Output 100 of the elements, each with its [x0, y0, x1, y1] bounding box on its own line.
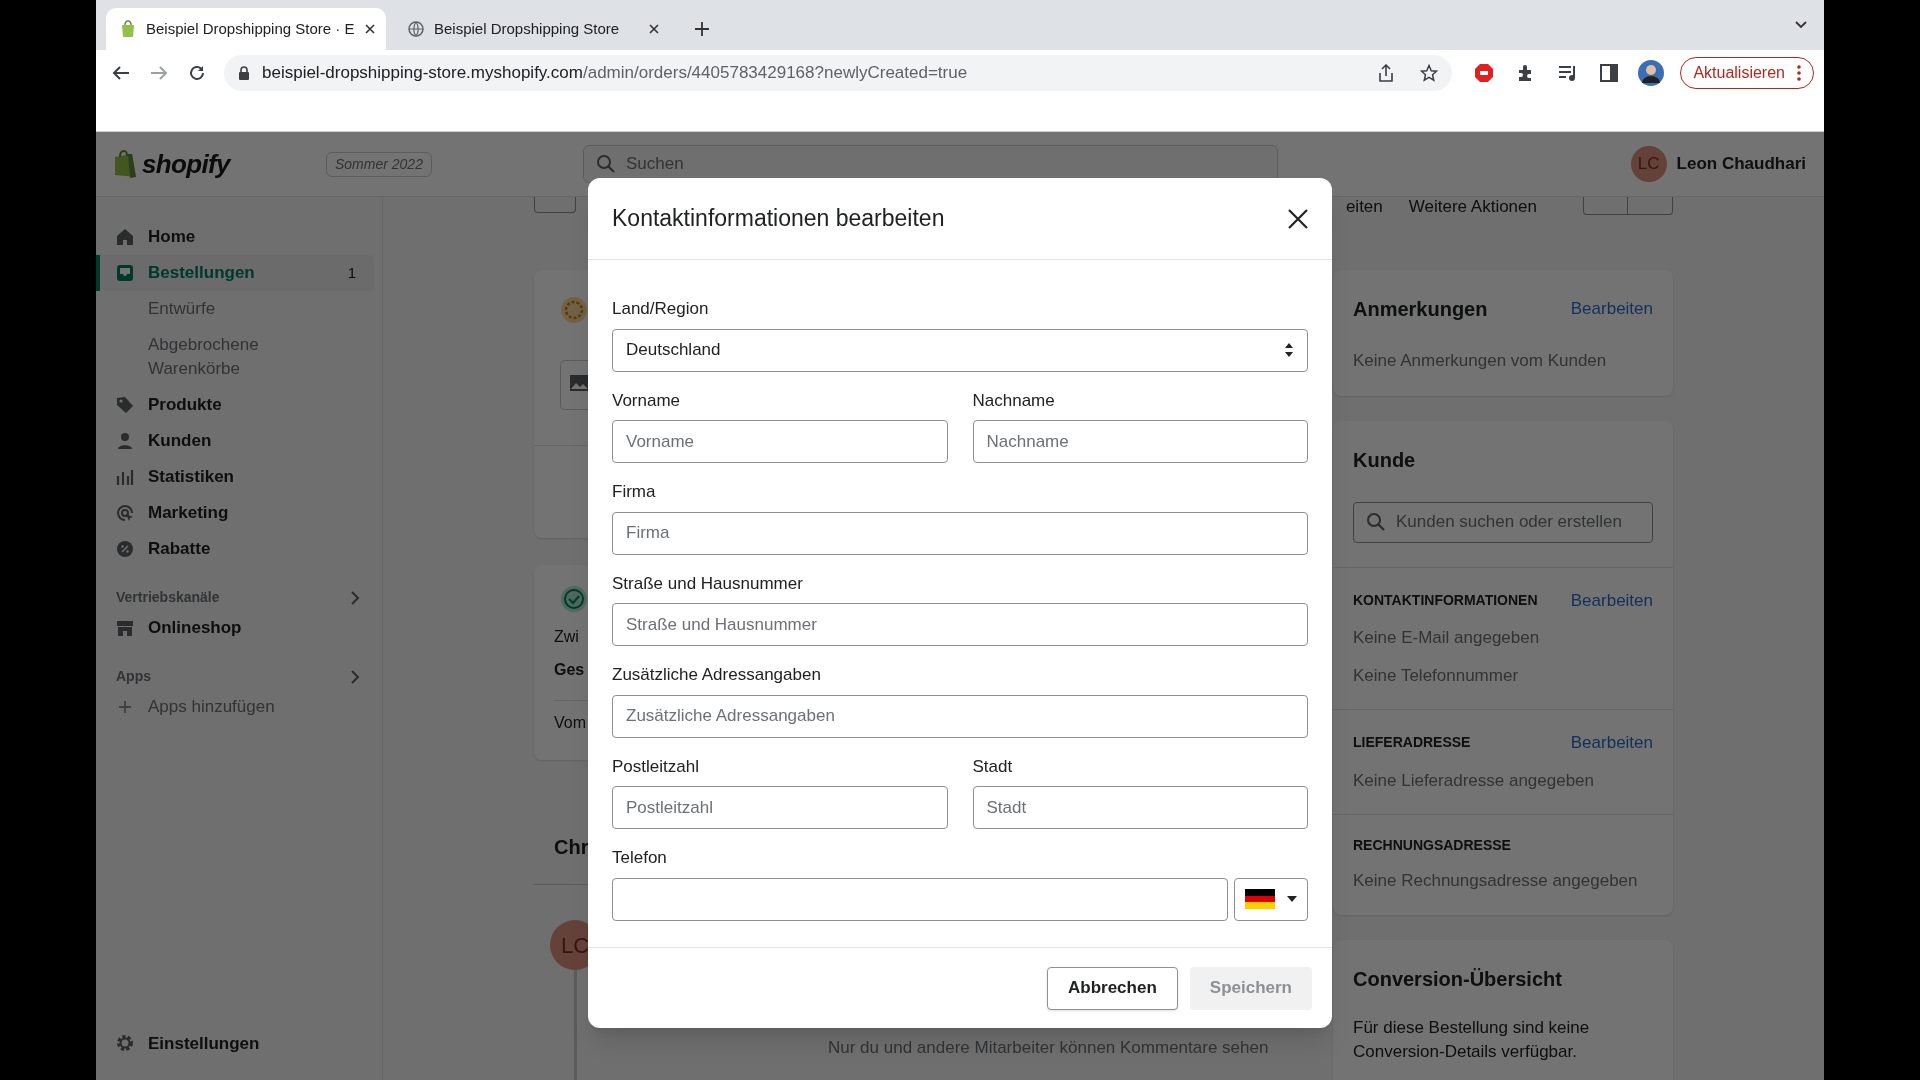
text-field[interactable]: Stadt — [972, 786, 1308, 829]
text-field[interactable]: Zusätzliche Adressangaben — [612, 694, 1308, 738]
section-heading: LIEFERADRESSE — [1353, 733, 1471, 753]
sidebar-item[interactable]: Abgebrochene Warenkörbe — [96, 327, 374, 387]
plus-icon — [116, 700, 134, 714]
close-icon[interactable] — [364, 23, 377, 35]
field-label: Stadt — [972, 755, 1013, 778]
summary-label: Ges — [554, 660, 585, 680]
sidebar-item[interactable]: Home — [96, 219, 374, 255]
field-label: Telefon — [612, 847, 667, 869]
bar-chart-icon — [116, 468, 134, 486]
card-title: Anmerkungen — [1353, 297, 1488, 322]
star-icon[interactable] — [1420, 63, 1439, 82]
new-tab-icon[interactable] — [694, 21, 710, 37]
card-text: Keine Lieferadresse angegeben — [1353, 769, 1595, 792]
field-label: Postleitzahl — [612, 755, 699, 778]
summary-label: Vom — [554, 713, 586, 733]
globe-icon — [408, 21, 424, 37]
sidebar-item[interactable]: Onlineshop — [96, 610, 374, 646]
country-select[interactable]: Deutschland — [612, 328, 1308, 372]
flag-icon — [1245, 889, 1275, 909]
card-text: Keine Telefonnummer — [1353, 664, 1519, 687]
gear-icon — [116, 1034, 134, 1053]
shopping-bag-icon — [112, 149, 138, 179]
sidebar-item[interactable]: Statistiken — [96, 459, 374, 495]
chevron-right-icon[interactable] — [351, 590, 360, 605]
more-options-icon — [1797, 64, 1801, 81]
reload-icon[interactable] — [188, 63, 206, 82]
summary-label: Zwi — [554, 627, 579, 647]
text-field[interactable]: Straße und Hausnummer — [612, 603, 1308, 646]
header-action[interactable]: eiten — [1345, 197, 1383, 217]
sidebar-item[interactable]: Rabatte — [96, 531, 374, 567]
search-input[interactable]: Kunden suchen oder erstellen — [1396, 502, 1652, 542]
inbox-icon — [116, 264, 134, 282]
shopping-bag-icon — [120, 20, 136, 38]
forward-arrow-icon[interactable] — [150, 64, 168, 81]
edit-link[interactable]: Bearbeiten — [1570, 296, 1653, 322]
cancel-button[interactable]: Abbrechen — [1047, 966, 1178, 1010]
profile-avatar[interactable] — [1638, 59, 1665, 86]
close-icon[interactable] — [1288, 208, 1308, 229]
search-icon — [1366, 512, 1386, 532]
field-label: Straße und Hausnummer — [612, 572, 803, 595]
sort-arrows-icon — [1284, 342, 1294, 358]
text-field[interactable]: Vorname — [612, 420, 948, 463]
sidebar-item[interactable]: Apps hinzufügen — [96, 689, 374, 725]
text-field[interactable]: Postleitzahl — [612, 786, 948, 829]
pending-status-icon — [560, 296, 588, 324]
sidebar-item[interactable]: Produkte — [96, 387, 374, 423]
country-code-select[interactable] — [1234, 877, 1308, 921]
section-heading: Vertriebskanäle — [116, 588, 220, 607]
text-field[interactable]: Nachname — [972, 420, 1308, 463]
logo-text: shopify — [142, 147, 230, 181]
card-text: Keine Anmerkungen vom Kunden — [1353, 350, 1608, 372]
stop-sign-icon[interactable] — [1474, 62, 1495, 83]
browser-tab[interactable]: Beispiel Dropshipping Store — [394, 8, 674, 50]
back-arrow-icon[interactable] — [112, 64, 130, 81]
version-badge: Sommer 2022 — [326, 151, 432, 177]
field-label: Nachname — [972, 389, 1055, 412]
home-icon — [116, 228, 134, 246]
person-icon — [116, 432, 134, 450]
search-icon — [595, 154, 616, 174]
section-heading: KONTAKTINFORMATIONEN — [1353, 590, 1538, 610]
discount-badge-icon — [116, 540, 134, 558]
url-text: beispiel-dropshipping-store.myshopify.com/admin/orders/4405783429168?newlyCreated=true — [262, 61, 969, 84]
chevron-right-icon[interactable] — [351, 669, 360, 684]
address-bar[interactable]: beispiel-dropshipping-store.myshopify.com/admin/orders/4405783429168?newlyCreated=true — [224, 54, 1453, 91]
header-action[interactable]: Weitere Aktionen — [1408, 197, 1537, 217]
caret-down-icon — [1287, 896, 1297, 902]
section-heading: RECHNUNGSADRESSE — [1353, 836, 1511, 855]
edit-link[interactable]: Bearbeiten — [1570, 730, 1653, 756]
sidebar-item[interactable]: Marketing — [96, 495, 374, 531]
field-label: Zusätzliche Adressangaben — [612, 664, 821, 686]
field-label: Land/Region — [612, 298, 709, 320]
user-name[interactable]: Leon Chaudhari — [1676, 151, 1806, 177]
target-cursor-icon — [116, 504, 134, 522]
order-count: 1 — [347, 262, 356, 283]
side-panel-icon[interactable] — [1600, 63, 1619, 82]
card-title: Kunde — [1353, 447, 1417, 473]
phone-field[interactable] — [612, 877, 1228, 921]
card-text: Keine E-Mail angegeben — [1353, 627, 1540, 649]
card-title: Conversion-Übersicht — [1353, 966, 1563, 992]
sidebar-item[interactable]: Entwürfe — [96, 291, 374, 327]
card-text: Für diese Bestellung sind keine Conversion-Details verfügbar. — [1353, 1016, 1591, 1063]
sidebar-item[interactable]: Einstellungen — [104, 1024, 374, 1062]
edit-link[interactable]: Bearbeiten — [1570, 587, 1653, 613]
customer-search-field[interactable]: Kunden suchen oder erstellen — [1353, 501, 1653, 543]
field-label: Firma — [612, 481, 656, 503]
tag-icon — [116, 396, 134, 414]
sidebar-item[interactable]: Kunden — [96, 423, 374, 459]
sidebar-item[interactable]: Bestellungen 1 — [96, 255, 374, 291]
browser-tab[interactable]: Beispiel Dropshipping Store · E — [106, 8, 386, 50]
chevron-down-icon[interactable] — [1794, 20, 1808, 30]
store-icon — [116, 619, 134, 637]
comment-hint: Nur du und andere Mitarbeiter können Kommentare sehen — [828, 1037, 1269, 1059]
share-icon[interactable] — [1378, 63, 1395, 82]
close-icon[interactable] — [648, 23, 660, 35]
text-field[interactable]: Firma — [612, 511, 1308, 555]
timeline-heading: Chr — [554, 835, 589, 860]
field-label: Vorname — [612, 389, 681, 412]
lock-icon — [238, 65, 250, 80]
